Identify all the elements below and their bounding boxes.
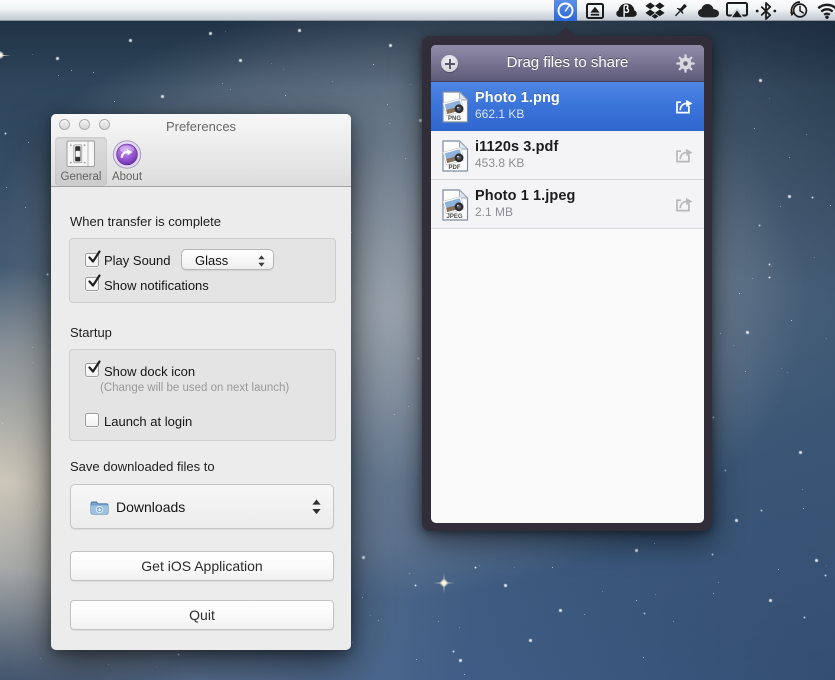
svg-text:PDF: PDF <box>449 165 461 171</box>
svg-text:JPEG: JPEG <box>446 214 462 220</box>
svg-text:PNG: PNG <box>448 116 461 122</box>
